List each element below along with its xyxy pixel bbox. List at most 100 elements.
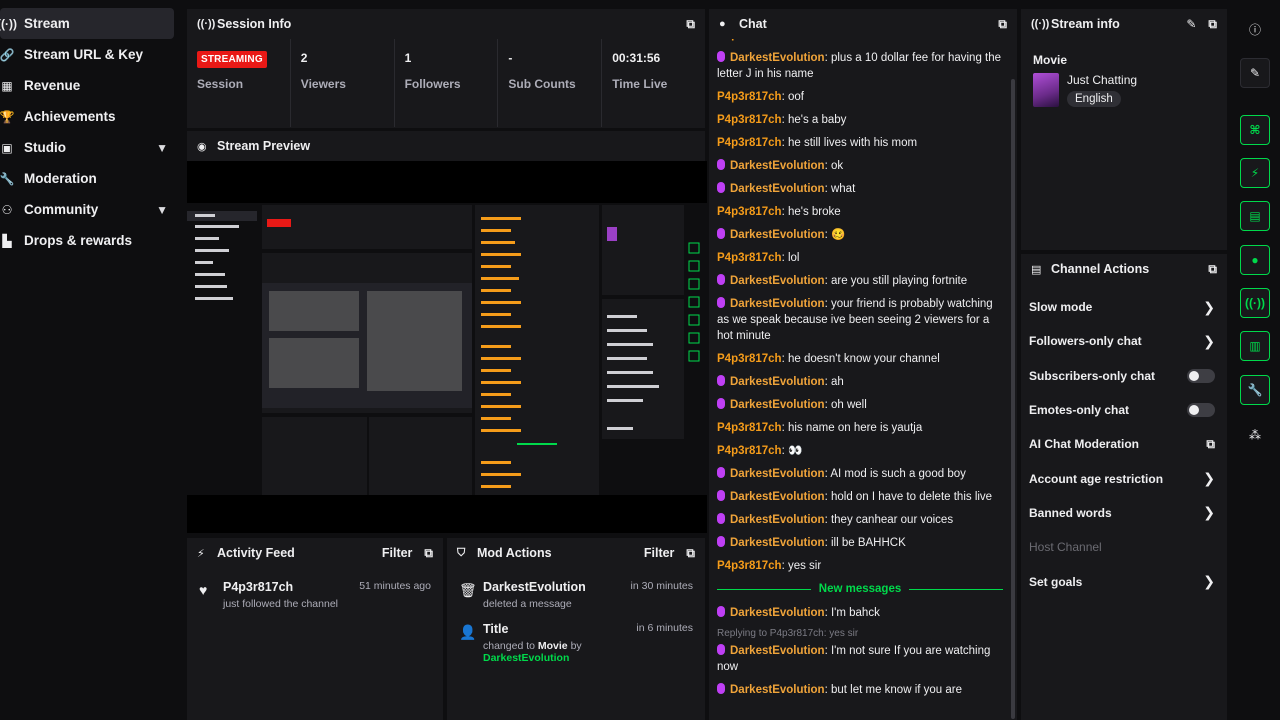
chat-message: P4p3r817ch: lol	[717, 246, 1003, 269]
chat-icon[interactable]: ●	[1240, 245, 1270, 275]
sidebar-item-studio[interactable]: ▣ Studio ▼	[0, 132, 180, 163]
wrench-icon[interactable]: 🔧	[1240, 375, 1270, 405]
channel-action-slow-mode[interactable]: Slow mode ❯	[1021, 290, 1227, 324]
chat-username[interactable]: DarkestEvolution	[730, 514, 825, 526]
channel-action-banned-words[interactable]: Banned words ❯	[1021, 496, 1227, 530]
chat-username[interactable]: DarkestEvolution	[730, 537, 825, 549]
chat-messages: P4p3r817ch: he's from Texas DarkestEvolu…	[717, 31, 1003, 720]
popout-icon[interactable]: ⧉	[686, 17, 695, 32]
chat-username[interactable]: DarkestEvolution	[730, 298, 825, 310]
chat-username[interactable]: DarkestEvolution	[730, 491, 825, 503]
panel-title: Chat	[739, 17, 767, 31]
chat-username[interactable]: DarkestEvolution	[730, 645, 825, 657]
chat-text: : lol	[781, 251, 800, 264]
language-tag[interactable]: English	[1067, 91, 1121, 107]
stat-followers: 1 Followers	[393, 39, 498, 127]
channel-action-set-goals[interactable]: Set goals ❯	[1021, 564, 1227, 598]
sidebar-item-drops[interactable]: ▙ Drops & rewards	[0, 225, 180, 256]
chat-username[interactable]: DarkestEvolution	[730, 160, 825, 172]
chat-scrollbar[interactable]	[1011, 79, 1015, 719]
sidebar-item-revenue[interactable]: ▦ Revenue	[0, 70, 180, 101]
panel-header: ● Chat ⧉	[709, 9, 1017, 39]
stream-title: Movie	[1033, 53, 1068, 67]
chat-message: DarkestEvolution: your friend is probabl…	[717, 292, 1003, 347]
chat-username[interactable]: DarkestEvolution	[730, 607, 825, 619]
popout-icon[interactable]: ⧉	[1208, 262, 1217, 277]
popout-icon[interactable]: ⧉	[998, 17, 1007, 32]
chat-username[interactable]: P4p3r817ch	[717, 353, 782, 365]
sidebar-item-achievements[interactable]: 🏆 Achievements	[0, 101, 180, 132]
edit-icon[interactable]: ✎	[1186, 17, 1196, 31]
layout-icon[interactable]: ▥	[1240, 331, 1270, 361]
chat-username[interactable]: DarkestEvolution	[730, 275, 825, 287]
lightning-icon: ⚡	[197, 547, 205, 560]
chat-text: : I'm bahck	[824, 606, 880, 619]
stat-label: Session	[197, 77, 244, 91]
add-action-icon[interactable]: ⁂	[1240, 420, 1270, 450]
channel-action-subscribers-only-chat[interactable]: Subscribers-only chat	[1021, 359, 1227, 393]
chat-username[interactable]: DarkestEvolution	[730, 399, 825, 411]
channel-action-label: Subscribers-only chat	[1029, 368, 1156, 383]
chevron-right-icon: ❯	[1203, 504, 1215, 521]
chat-username[interactable]: P4p3r817ch	[717, 91, 782, 103]
sidebar-item-moderation[interactable]: 🔧 Moderation	[0, 163, 180, 194]
mod-user[interactable]: DarkestEvolution	[483, 580, 631, 594]
channel-action-ai-chat-moderation[interactable]: AI Chat Moderation ⧉	[1021, 427, 1227, 461]
chat-message: P4p3r817ch: he still lives with his mom	[717, 131, 1003, 154]
mod-time: in 6 minutes	[636, 622, 693, 634]
chat-username[interactable]: DarkestEvolution	[730, 684, 825, 696]
preview-image	[187, 203, 707, 495]
chat-text: : hold on I have to delete this live	[824, 490, 993, 503]
chat-username[interactable]: P4p3r817ch	[717, 560, 782, 572]
stat-value: -	[508, 51, 513, 65]
chat-username[interactable]: DarkestEvolution	[730, 229, 825, 241]
chat-username[interactable]: P4p3r817ch	[717, 137, 782, 149]
chat-username[interactable]: P4p3r817ch	[717, 252, 782, 264]
channel-action-emotes-only-chat[interactable]: Emotes-only chat	[1021, 393, 1227, 427]
broadcast-icon[interactable]: ((·))	[1240, 288, 1270, 318]
panel-title: Channel Actions	[1051, 262, 1150, 276]
channel-action-label: Slow mode	[1029, 300, 1093, 315]
chevron-down-icon: ▼	[156, 202, 168, 217]
toggle-switch[interactable]	[1187, 368, 1215, 383]
trophy-icon: 🏆	[0, 109, 15, 124]
channel-action-followers-only-chat[interactable]: Followers-only chat ❯	[1021, 324, 1227, 358]
clip-icon[interactable]: ⌘	[1240, 115, 1270, 145]
mod-action: changed to Movie by DarkestEvolution	[483, 640, 582, 664]
chevron-right-icon: ❯	[1203, 470, 1215, 487]
channel-action-label: Followers-only chat	[1029, 334, 1142, 349]
chat-username[interactable]: DarkestEvolution	[730, 183, 825, 195]
mic-badge-icon	[717, 489, 725, 501]
chat-username[interactable]: P4p3r817ch	[717, 445, 782, 457]
chat-username[interactable]: DarkestEvolution	[730, 52, 825, 64]
feed-action: just followed the channel	[223, 598, 338, 610]
sidebar-item-stream-url[interactable]: 🔗 Stream URL & Key	[0, 39, 180, 70]
mic-badge-icon	[717, 296, 725, 308]
chat-message: DarkestEvolution: oh well	[717, 393, 1003, 416]
chat-message: DarkestEvolution: I'm bahck	[717, 601, 1003, 624]
notes-icon[interactable]: ▤	[1240, 201, 1270, 231]
sidebar-item-stream[interactable]: ((·)) Stream	[0, 8, 174, 39]
info-icon[interactable]: ⓘ	[1240, 14, 1270, 44]
sidebar-item-community[interactable]: ⚇ Community ▼	[0, 194, 180, 225]
category-name[interactable]: Just Chatting	[1067, 73, 1137, 87]
filter-button[interactable]: Filter	[644, 546, 675, 560]
stream-preview-panel: ◉ Stream Preview	[187, 131, 707, 533]
toggle-switch[interactable]	[1187, 403, 1215, 418]
chat-username[interactable]: DarkestEvolution	[730, 376, 825, 388]
lightning-icon[interactable]: ⚡	[1240, 158, 1270, 188]
feed-user[interactable]: P4p3r817ch	[223, 580, 359, 594]
popout-icon[interactable]: ⧉	[1208, 17, 1217, 32]
filter-button[interactable]: Filter	[382, 546, 413, 560]
chat-username[interactable]: P4p3r817ch	[717, 114, 782, 126]
chat-username[interactable]: P4p3r817ch	[717, 206, 782, 218]
edit-icon[interactable]: ✎	[1240, 58, 1270, 88]
channel-action-account-age-restriction[interactable]: Account age restriction ❯	[1021, 461, 1227, 495]
chat-username[interactable]: P4p3r817ch	[717, 422, 782, 434]
video-player[interactable]	[187, 161, 707, 533]
popout-icon[interactable]: ⧉	[686, 546, 695, 561]
new-messages-divider[interactable]: New messages	[717, 583, 1003, 595]
stat-viewers: 2 Viewers	[289, 39, 394, 127]
popout-icon[interactable]: ⧉	[424, 546, 433, 561]
chat-username[interactable]: DarkestEvolution	[730, 468, 825, 480]
